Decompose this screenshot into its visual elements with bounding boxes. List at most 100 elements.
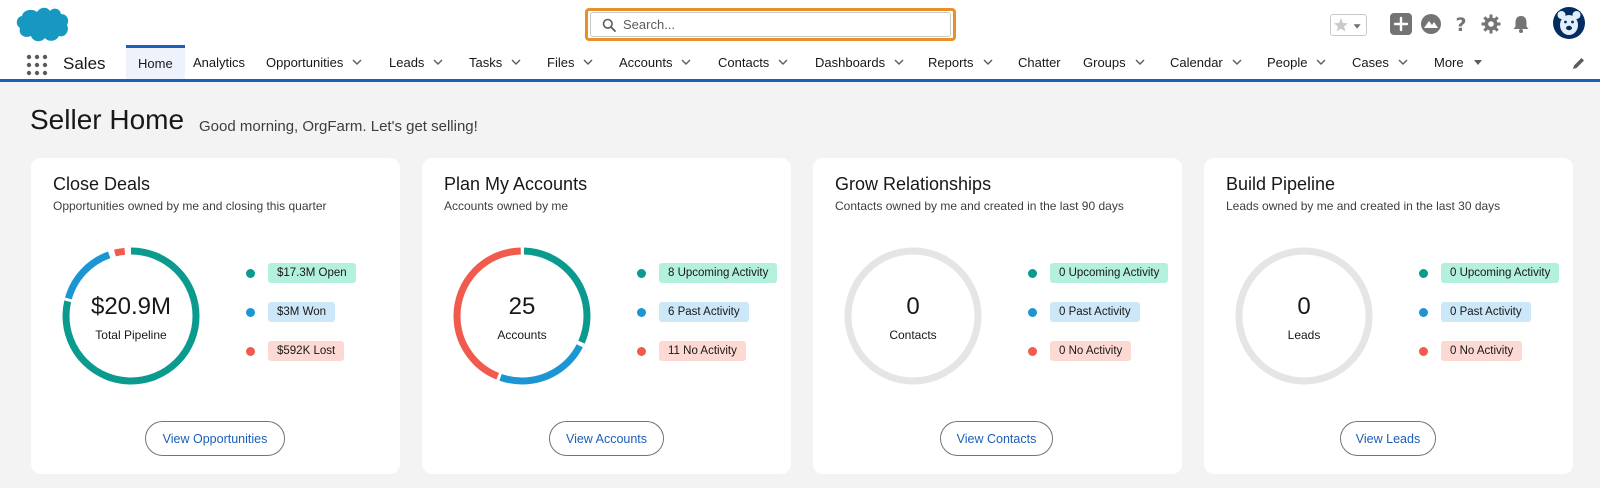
legend-dot: [246, 268, 255, 278]
page-title: Seller Home: [30, 104, 185, 135]
chevron-down-icon[interactable]: [894, 57, 904, 67]
donut-total-label: Accounts: [497, 328, 547, 342]
tab-accounts[interactable]: Accounts: [619, 45, 691, 79]
legend-dot: [1419, 268, 1428, 278]
view-opportunities-button[interactable]: View Opportunities: [145, 421, 285, 456]
card-grow-relationships: Grow Relationships Contacts owned by me …: [813, 158, 1182, 474]
salesforce-logo[interactable]: [14, 5, 70, 43]
legend-badge-past: 0 Past Activity: [1441, 302, 1531, 322]
global-actions-plus-icon[interactable]: [1390, 13, 1412, 35]
chevron-down-icon[interactable]: [1316, 57, 1326, 67]
chevron-down-icon[interactable]: [681, 57, 691, 67]
card-subtitle: Contacts owned by me and created in the …: [835, 199, 1124, 213]
tab-label: Contacts: [718, 54, 770, 70]
tab-home[interactable]: Home: [126, 45, 185, 79]
legend-badge-none: 0 No Activity: [1050, 341, 1132, 361]
view-leads-button[interactable]: View Leads: [1340, 421, 1436, 456]
legend-badge-won: $3M Won: [268, 302, 336, 322]
trailhead-icon[interactable]: [1420, 13, 1442, 35]
tab-label: More: [1434, 54, 1464, 70]
legend-item-open: $17.3M Open: [246, 262, 356, 284]
tab-leads[interactable]: Leads: [389, 45, 443, 79]
tab-analytics[interactable]: Analytics: [193, 45, 245, 79]
tab-label: Cases: [1352, 54, 1389, 70]
tab-label: Home: [138, 56, 173, 71]
view-contacts-button[interactable]: View Contacts: [940, 421, 1053, 456]
tab-label: Files: [547, 54, 575, 70]
tab-label: Opportunities: [266, 54, 344, 70]
help-icon[interactable]: ?: [1450, 13, 1472, 36]
legend-item-past: 0 Past Activity: [1419, 301, 1531, 323]
tab-groups[interactable]: Groups: [1083, 45, 1145, 79]
donut-total-label: Leads: [1287, 328, 1321, 342]
legend-dot: [1028, 268, 1037, 278]
donut-total-value: 25: [508, 293, 536, 320]
card-close-deals: Close Deals Opportunities owned by me an…: [31, 158, 400, 474]
chevron-down-icon[interactable]: [778, 57, 788, 67]
global-search[interactable]: [585, 8, 956, 41]
legend-badge-open: $17.3M Open: [268, 263, 356, 283]
favorites-dropdown-icon[interactable]: [1351, 14, 1367, 36]
tab-label: Tasks: [469, 54, 503, 70]
tab-contacts[interactable]: Contacts: [718, 45, 788, 79]
chevron-down-icon[interactable]: [1398, 57, 1408, 67]
tab-dashboards[interactable]: Dashboards: [815, 45, 904, 79]
legend-badge-past: 6 Past Activity: [659, 302, 749, 322]
legend-badge-upcoming: 0 Upcoming Activity: [1441, 263, 1560, 283]
chevron-down-icon[interactable]: [1232, 57, 1242, 67]
card-title: Plan My Accounts: [444, 174, 588, 194]
tab-opportunities[interactable]: Opportunities: [266, 45, 362, 79]
tab-label: Accounts: [619, 54, 673, 70]
legend-badge-lost: $592K Lost: [268, 341, 345, 361]
search-input[interactable]: [590, 12, 951, 37]
app-name: Sales: [63, 54, 106, 73]
chevron-down-icon[interactable]: [511, 57, 521, 67]
tab-calendar[interactable]: Calendar: [1170, 45, 1242, 79]
tab-label: Analytics: [193, 54, 246, 70]
svg-text:?: ?: [1455, 14, 1466, 35]
edit-nav-pencil-icon[interactable]: [1571, 56, 1586, 71]
card-subtitle: Accounts owned by me: [444, 199, 569, 213]
tab-people[interactable]: People: [1267, 45, 1326, 79]
chevron-down-icon[interactable]: [433, 57, 443, 67]
chevron-down-icon[interactable]: [583, 57, 593, 67]
legend-item-won: $3M Won: [246, 301, 336, 323]
legend-badge-none: 11 No Activity: [659, 341, 746, 361]
tab-reports[interactable]: Reports: [928, 45, 993, 79]
app-launcher-icon[interactable]: [26, 54, 48, 76]
legend-dot: [1419, 346, 1428, 356]
chevron-down-icon[interactable]: [1135, 57, 1145, 67]
chevron-down-icon[interactable]: [352, 57, 362, 67]
setup-gear-icon[interactable]: [1480, 13, 1502, 35]
favorites-star-icon[interactable]: [1330, 14, 1352, 36]
tab-label: Leads: [389, 54, 425, 70]
tab-chatter[interactable]: Chatter: [1018, 45, 1061, 79]
card-title: Build Pipeline: [1226, 174, 1336, 194]
donut-total-label: Contacts: [889, 328, 937, 342]
user-avatar[interactable]: [1552, 6, 1586, 40]
donut-total-value: 0: [906, 293, 920, 320]
view-accounts-button[interactable]: View Accounts: [549, 421, 664, 456]
card-subtitle: Opportunities owned by me and closing th…: [53, 199, 327, 213]
search-icon: [602, 18, 616, 32]
legend-item-past: 0 Past Activity: [1028, 301, 1140, 323]
notifications-bell-icon[interactable]: [1510, 13, 1532, 35]
legend-dot: [246, 346, 255, 356]
legend-item-none: 0 No Activity: [1028, 340, 1132, 362]
tab-tasks[interactable]: Tasks: [469, 45, 521, 79]
legend-badge-past: 0 Past Activity: [1050, 302, 1140, 322]
tab-more[interactable]: More: [1434, 45, 1483, 79]
tab-label: People: [1267, 54, 1308, 70]
chevron-down-icon[interactable]: [983, 57, 993, 67]
legend-item-none: 0 No Activity: [1419, 340, 1523, 362]
card-plan-my-accounts: Plan My Accounts Accounts owned by me 25…: [422, 158, 791, 474]
legend-badge-upcoming: 0 Upcoming Activity: [1050, 263, 1169, 283]
tab-cases[interactable]: Cases: [1352, 45, 1408, 79]
legend-dot: [1419, 307, 1428, 317]
tab-label: Dashboards: [815, 54, 886, 70]
app-navigation-bar: Sales Home Analytics Opportunities Leads…: [0, 45, 1600, 82]
legend-badge-upcoming: 8 Upcoming Activity: [659, 263, 778, 283]
legend-dot: [637, 268, 646, 278]
caret-down-icon[interactable]: [1473, 57, 1483, 67]
tab-files[interactable]: Files: [547, 45, 593, 79]
